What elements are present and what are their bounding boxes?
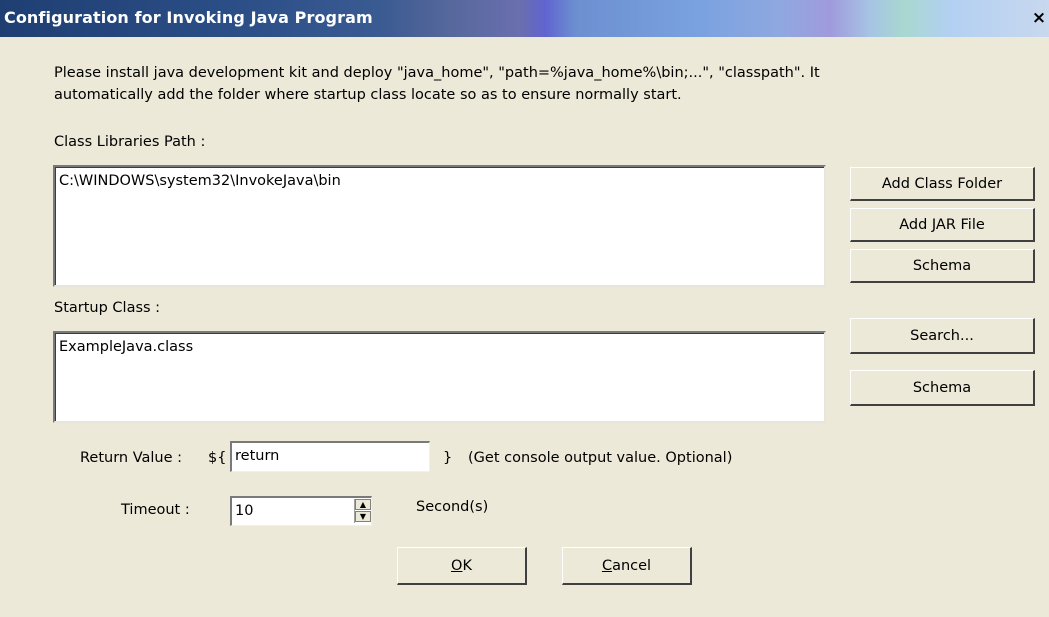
ok-label-rest: K	[462, 557, 472, 574]
timeout-label: Timeout :	[121, 502, 190, 518]
startup-class-value: ExampleJava.class	[59, 339, 194, 355]
instructions-line-2: automatically add the folder where start…	[54, 87, 682, 103]
timeout-unit: Second(s)	[416, 499, 489, 515]
add-class-folder-button[interactable]: Add Class Folder	[850, 167, 1035, 201]
ok-mnemonic: O	[451, 557, 463, 574]
instructions-line-1: Please install java development kit and …	[54, 65, 820, 81]
class-libraries-schema-button[interactable]: Schema	[850, 249, 1035, 283]
cancel-button[interactable]: Cancel	[562, 547, 692, 585]
timeout-value: 10	[235, 503, 254, 519]
window-title: Configuration for Invoking Java Program	[4, 8, 373, 27]
class-libraries-value: C:\WINDOWS\system32\InvokeJava\bin	[59, 173, 341, 189]
startup-class-label: Startup Class :	[54, 300, 161, 316]
cancel-label-rest: ancel	[612, 557, 652, 574]
timeout-input[interactable]: 10	[230, 496, 372, 526]
return-value-text: return	[235, 448, 280, 464]
close-icon[interactable]: ×	[1030, 8, 1048, 28]
startup-class-schema-button[interactable]: Schema	[850, 370, 1035, 406]
spin-down-icon[interactable]: ▼	[355, 511, 371, 522]
spin-up-icon[interactable]: ▲	[355, 499, 371, 510]
dialog-window: Configuration for Invoking Java Program …	[0, 0, 1049, 617]
return-value-label: Return Value :	[80, 450, 183, 466]
title-bar[interactable]: Configuration for Invoking Java Program …	[0, 0, 1049, 37]
return-value-input[interactable]: return	[230, 441, 430, 472]
search-button[interactable]: Search...	[850, 318, 1035, 354]
class-libraries-label: Class Libraries Path :	[54, 134, 206, 150]
return-value-suffix: }	[443, 450, 453, 466]
add-jar-file-button[interactable]: Add JAR File	[850, 208, 1035, 242]
return-value-prefix: ${	[208, 450, 227, 466]
ok-button[interactable]: OK	[397, 547, 527, 585]
timeout-spinner[interactable]: ▲ ▼	[354, 499, 371, 523]
instructions-text: Please install java development kit and …	[54, 62, 994, 106]
startup-class-textarea[interactable]: ExampleJava.class	[53, 331, 826, 423]
class-libraries-textarea[interactable]: C:\WINDOWS\system32\InvokeJava\bin	[53, 165, 826, 287]
cancel-mnemonic: C	[601, 557, 613, 574]
return-value-hint: (Get console output value. Optional)	[468, 450, 733, 466]
